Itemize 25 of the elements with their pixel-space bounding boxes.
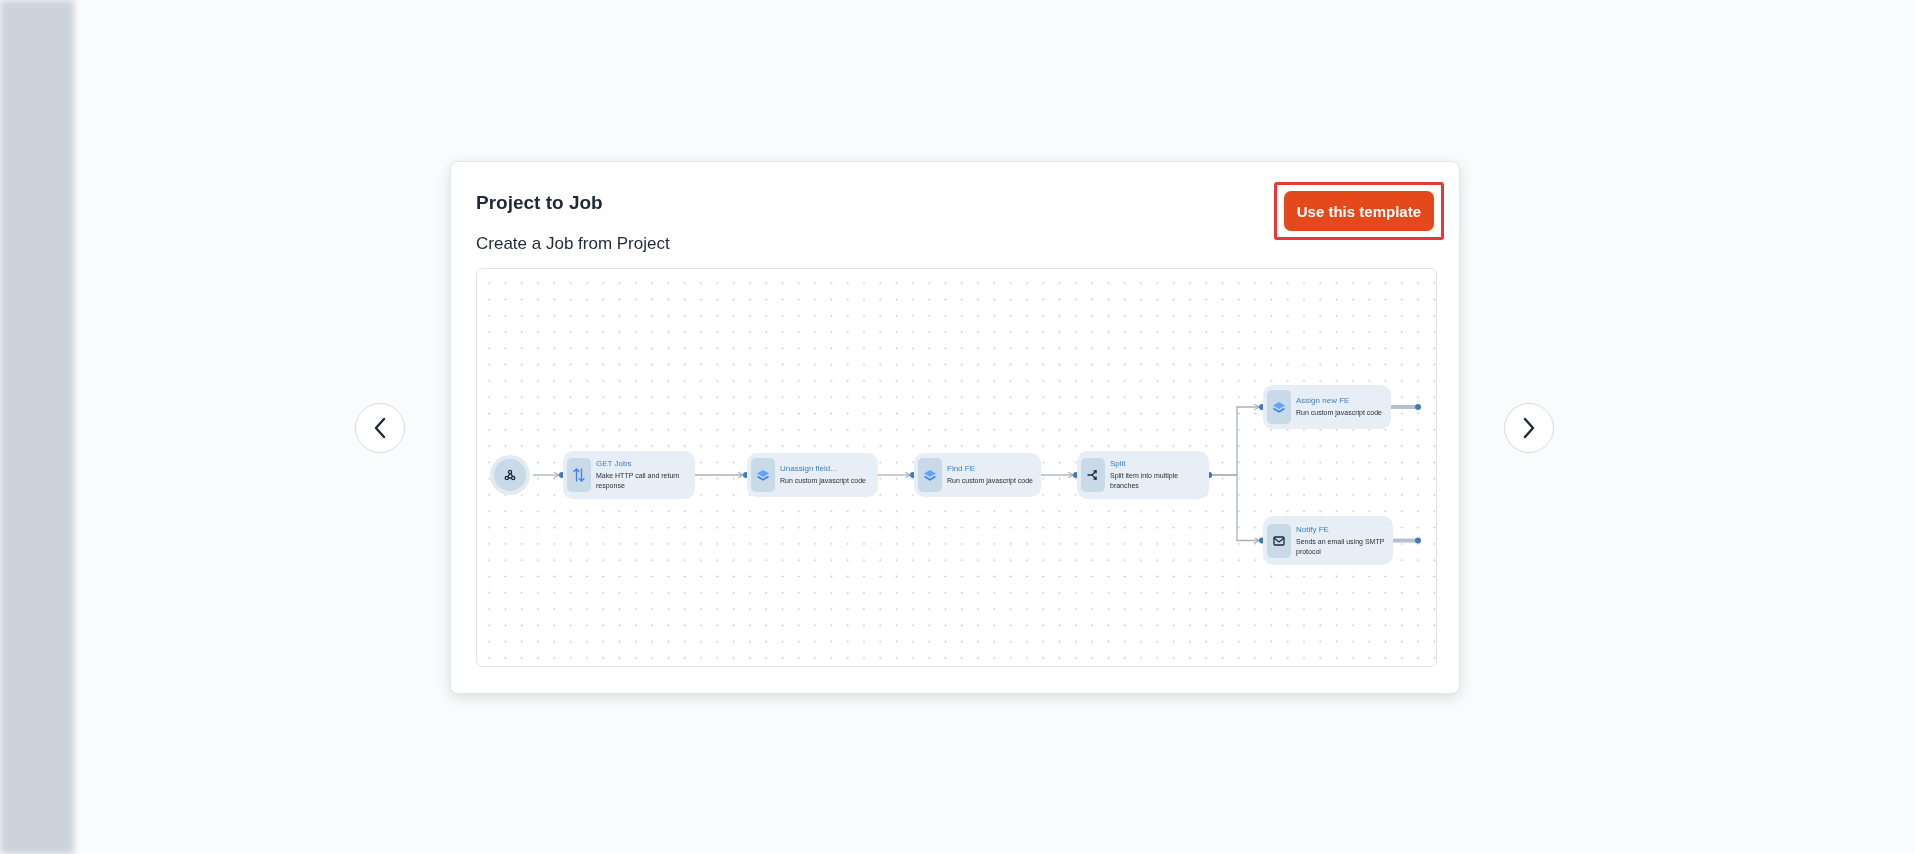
connector <box>694 471 749 479</box>
node-title: Find FE <box>947 464 976 473</box>
chevron-right-icon <box>1522 417 1536 439</box>
connector <box>1040 471 1079 479</box>
previous-button[interactable] <box>355 403 405 453</box>
connector <box>532 471 565 479</box>
trigger-node[interactable] <box>490 455 530 495</box>
branch-icon <box>1087 469 1099 481</box>
connector <box>877 471 916 479</box>
node-title: Assign new FE <box>1296 396 1351 405</box>
envelope-icon <box>1273 535 1285 546</box>
layers-icon <box>1272 400 1286 414</box>
dialog-subtitle: Create a Job from Project <box>476 234 670 254</box>
layers-icon <box>923 468 937 482</box>
use-template-button[interactable]: Use this template <box>1283 191 1434 231</box>
next-button[interactable] <box>1504 403 1554 453</box>
dialog-title: Project to Job <box>476 192 604 214</box>
layers-icon <box>756 468 770 482</box>
webhook-icon <box>504 469 516 481</box>
node-title: Split <box>1110 459 1127 468</box>
chevron-left-icon <box>373 417 387 439</box>
node-title: Notify FE <box>1296 524 1330 534</box>
node-title: Unassign field... <box>780 464 838 473</box>
arrows-up-down-icon <box>573 468 585 482</box>
node-title: GET Jobs <box>596 459 633 468</box>
